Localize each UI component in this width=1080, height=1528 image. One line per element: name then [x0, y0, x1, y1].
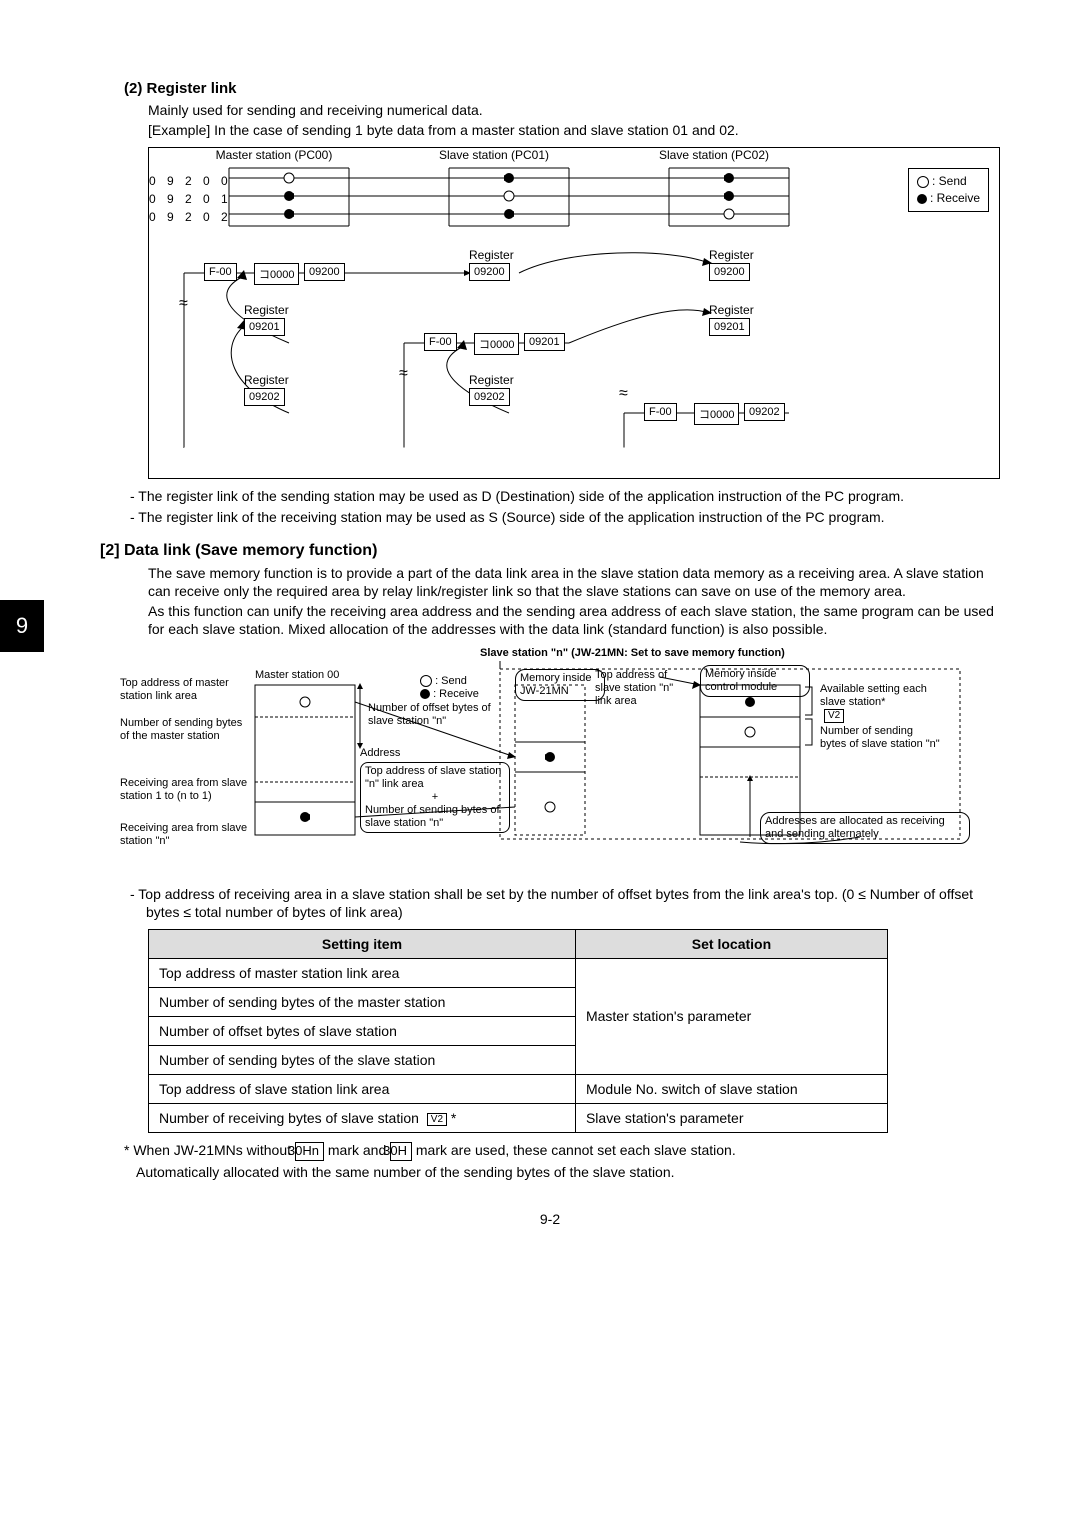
text-paragraph: The save memory function is to provide a… [148, 564, 1000, 600]
label: Register [469, 248, 514, 262]
f00-box: F-00 [204, 263, 237, 281]
text-line: Mainly used for sending and receiving nu… [148, 101, 1000, 119]
label: Memory inside JW-21MN [515, 669, 605, 701]
diagram-register-link: Master station (PC00) Slave station (PC0… [148, 147, 1000, 479]
table-cell: Number of offset bytes of slave station [149, 1016, 576, 1045]
label: Receiving area from slave station "n" [120, 822, 250, 848]
label: Master station 00 [255, 669, 375, 682]
f00-box: F-00 [424, 333, 457, 351]
footnote: * When JW-21MNs without 30Hn mark and 30… [124, 1141, 1000, 1161]
label: Memory inside control module [700, 665, 810, 697]
reg-box: 09200 [469, 263, 510, 281]
notes-list: - The register link of the sending stati… [130, 487, 1000, 525]
table-header: Setting item [149, 929, 576, 958]
text-paragraph: As this function can unify the receiving… [148, 602, 1000, 638]
receive-marker-icon [917, 194, 927, 204]
table-cell: Number of sending bytes of the slave sta… [149, 1045, 576, 1074]
diagram-save-memory: Slave station "n" (JW-21MN: Set to save … [100, 647, 1000, 877]
table-header: Set location [575, 929, 887, 958]
v2-badge: V2 [824, 709, 844, 723]
coil-box: コ0000 [254, 263, 299, 285]
table-cell: Top address of slave station link area [149, 1074, 576, 1103]
send-marker-icon [917, 176, 929, 188]
reg-box: 09201 [709, 318, 750, 336]
coil-box: コ0000 [694, 403, 739, 425]
label: Number of sending bytes of the master st… [120, 717, 250, 743]
table-cell: Number of receiving bytes of slave stati… [149, 1103, 576, 1132]
table-cell: Master station's parameter [575, 958, 887, 1074]
note-item: - Top address of receiving area in a sla… [130, 885, 1000, 921]
send-marker-icon [420, 675, 432, 687]
label: Top address of slave station "n" link ar… [360, 762, 510, 834]
reg-box: 09200 [304, 263, 345, 281]
reg-box: 09201 [524, 333, 565, 351]
label: Register [709, 303, 754, 317]
f00-box: F-00 [644, 403, 677, 421]
label: Available setting each slave station* V2 [820, 683, 940, 723]
table-cell: Number of sending bytes of the master st… [149, 987, 576, 1016]
mark-badge: 30Hn [295, 1142, 324, 1161]
label: Addresses are allocated as receiving and… [760, 812, 970, 844]
label: Register [244, 373, 289, 387]
label: Number of offset bytes of slave station … [368, 702, 498, 728]
mark-badge: 30H [390, 1142, 412, 1161]
table-cell: Slave station's parameter [575, 1103, 887, 1132]
label: Receiving area from slave station 1 to (… [120, 777, 250, 803]
svg-text:≈: ≈ [619, 385, 628, 402]
legend: : Send : Receive [908, 168, 989, 212]
label: Register [469, 373, 514, 387]
label: Top address of slave station "n" link ar… [595, 669, 675, 709]
heading-data-link: [2] Data link (Save memory function) [100, 542, 1000, 560]
footnote: Automatically allocated with the same nu… [124, 1163, 1000, 1181]
reg-box: 09202 [744, 403, 785, 421]
reg-box: 09201 [244, 318, 285, 336]
chapter-tab: 9 [0, 600, 44, 652]
table-cell: Top address of master station link area [149, 958, 576, 987]
v2-badge: V2 [427, 1113, 447, 1126]
label: Register [709, 248, 754, 262]
text-line: [Example] In the case of sending 1 byte … [148, 121, 1000, 139]
label: Register [244, 303, 289, 317]
label: : Receive [930, 191, 980, 205]
note-item: - The register link of the receiving sta… [130, 508, 1000, 526]
heading-register-link: (2) Register link [124, 80, 1000, 97]
receive-marker-icon [420, 689, 430, 699]
svg-text:≈: ≈ [399, 365, 408, 382]
page-number: 9-2 [100, 1211, 1000, 1227]
label: Address [360, 747, 400, 760]
note-item: - The register link of the sending stati… [130, 487, 1000, 505]
reg-box: 09202 [244, 388, 285, 406]
label: : Send [932, 174, 967, 188]
legend: : Send : Receive [420, 675, 479, 701]
label: Number of sending bytes of slave station… [820, 725, 940, 751]
svg-text:≈: ≈ [179, 295, 188, 312]
reg-box: 09202 [469, 388, 510, 406]
reg-box: 09200 [709, 263, 750, 281]
coil-box: コ0000 [474, 333, 519, 355]
settings-table: Setting item Set location Top address of… [148, 929, 888, 1133]
label: Top address of master station link area [120, 677, 240, 703]
table-cell: Module No. switch of slave station [575, 1074, 887, 1103]
